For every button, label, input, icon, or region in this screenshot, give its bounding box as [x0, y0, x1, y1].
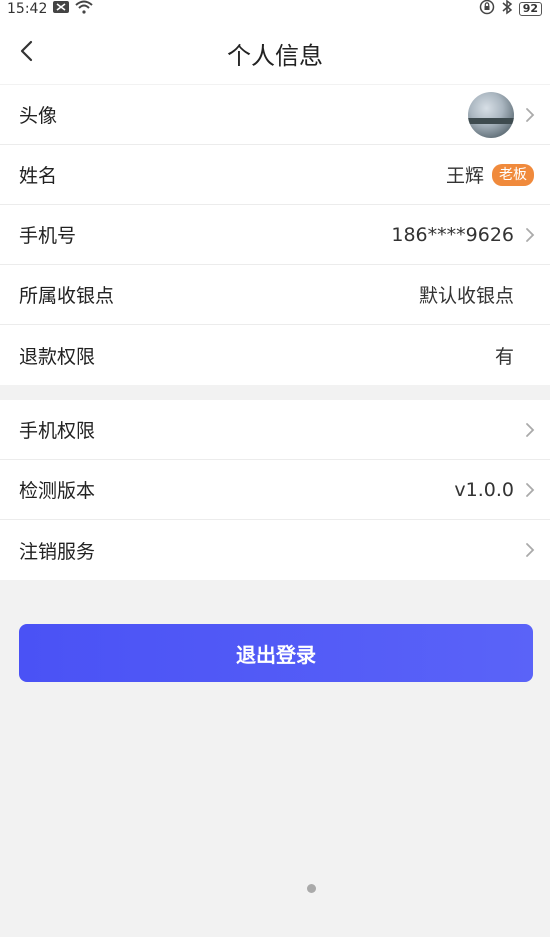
- page-title: 个人信息: [227, 42, 323, 70]
- status-bar: 15:42 92: [0, 0, 550, 18]
- avatar: [468, 91, 514, 138]
- chevron-right-icon: [522, 421, 538, 439]
- cancel-service-row[interactable]: 注销服务: [0, 520, 550, 580]
- name-label: 姓名: [19, 165, 58, 187]
- notification-icon: [53, 1, 70, 17]
- name-row: 姓名 王辉 老板: [0, 145, 550, 205]
- rotation-lock-icon: [479, 0, 495, 19]
- chevron-right-icon: [522, 541, 538, 559]
- logout-button[interactable]: 退出登录: [19, 624, 533, 682]
- chevron-right-icon: [522, 106, 538, 124]
- permissions-label: 手机权限: [19, 420, 96, 442]
- register-row: 所属收银点 默认收银点: [0, 265, 550, 325]
- home-indicator: [307, 884, 316, 893]
- version-label: 检测版本: [19, 480, 96, 502]
- phone-value: 186****9626: [391, 223, 514, 246]
- permissions-row[interactable]: 手机权限: [0, 400, 550, 460]
- refund-value: 有: [494, 345, 514, 368]
- version-row[interactable]: 检测版本 v1.0.0: [0, 460, 550, 520]
- refund-label: 退款权限: [19, 345, 96, 368]
- register-value: 默认收银点: [418, 285, 514, 307]
- chevron-right-icon: [522, 226, 538, 244]
- version-value: v1.0.0: [454, 478, 514, 501]
- status-time: 15:42: [7, 1, 48, 17]
- chevron-right-icon: [522, 481, 538, 499]
- phone-label: 手机号: [19, 225, 77, 247]
- avatar-row[interactable]: 头像: [0, 85, 550, 145]
- battery-indicator: 92: [518, 2, 542, 16]
- role-badge: 老板: [492, 163, 534, 186]
- avatar-label: 头像: [19, 105, 58, 127]
- name-value: 王辉: [445, 165, 484, 187]
- phone-row[interactable]: 手机号 186****9626: [0, 205, 550, 265]
- register-label: 所属收银点: [19, 285, 115, 307]
- refund-row: 退款权限 有: [0, 325, 550, 385]
- settings-section: 手机权限 检测版本 v1.0.0 注销服务: [0, 400, 550, 580]
- bluetooth-icon: [501, 0, 513, 19]
- wifi-icon: [75, 0, 94, 18]
- cancel-service-label: 注销服务: [19, 540, 96, 563]
- profile-section: 头像 姓名 王辉 老板 手机号 186****9626 所属收银点 默认收银点 …: [0, 85, 550, 385]
- nav-bar: 个人信息: [0, 18, 550, 84]
